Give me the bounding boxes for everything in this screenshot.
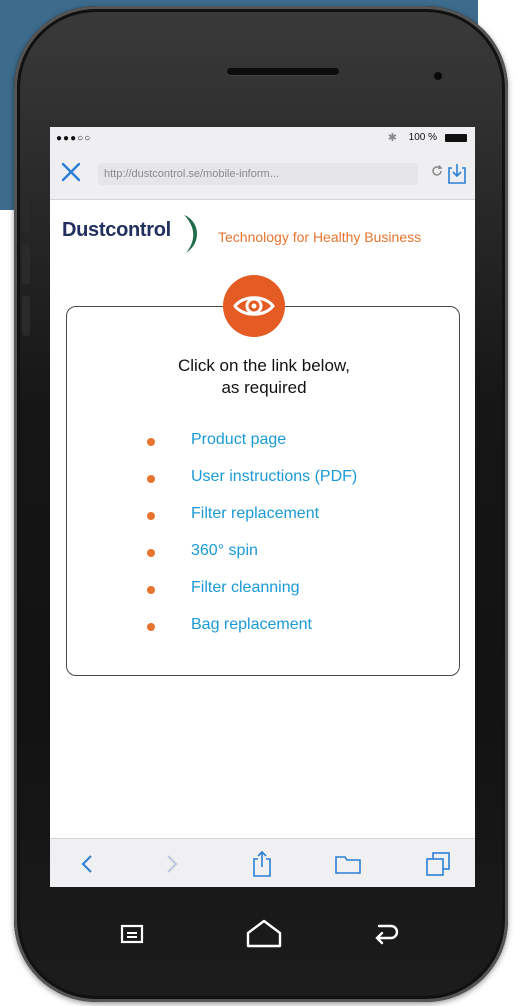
signal-strength: ●●●○○ [56,133,92,144]
site-tagline: Technology for Healthy Business [218,229,422,245]
volume-down-button [22,296,30,336]
card-title-line-2: as required [221,378,307,397]
list-item: Product page [67,431,461,468]
site-header: Dustcontrol Technology for Healthy Busin… [50,211,475,261]
battery-percentage: 100 % [408,132,437,143]
list-item: Filter cleanning [67,579,461,616]
tabs-icon[interactable] [423,849,453,879]
bullet-icon [147,512,155,520]
list-item: User instructions (PDF) [67,468,461,505]
url-field[interactable]: http://dustcontrol.se/mobile-inform... [98,163,418,185]
link-product-page[interactable]: Product page [191,431,286,449]
browser-toolbar [50,838,475,887]
link-360-spin[interactable]: 360° spin [191,542,258,560]
bullet-icon [147,549,155,557]
back-arrow-icon[interactable] [366,914,406,954]
download-icon[interactable] [446,163,468,185]
logo-swoosh-icon [184,215,198,253]
link-user-instructions[interactable]: User instructions (PDF) [191,468,357,486]
battery-icon [445,134,467,142]
list-item: Filter replacement [67,505,461,542]
list-item: 360° spin [67,542,461,579]
browser-address-bar: http://dustcontrol.se/mobile-inform... [50,149,475,200]
link-list: Product page User instructions (PDF) Fil… [67,431,461,653]
bullet-icon [147,623,155,631]
eye-icon [223,275,285,337]
home-icon[interactable] [244,914,284,954]
bookmarks-icon[interactable] [333,849,363,879]
volume-up-button [22,244,30,284]
bluetooth-icon: ✱ [387,132,397,144]
list-item: Bag replacement [67,616,461,653]
mute-switch [22,198,30,232]
front-camera [434,72,442,80]
bullet-icon [147,475,155,483]
menu-icon[interactable] [112,914,152,954]
link-filter-cleaning[interactable]: Filter cleanning [191,579,300,597]
card-title: Click on the link below, as required [67,355,461,399]
earpiece-speaker [227,68,339,75]
close-icon[interactable] [58,161,84,187]
site-logo[interactable]: Dustcontrol [62,219,171,242]
back-icon[interactable] [72,849,102,879]
forward-icon[interactable] [157,849,187,879]
reload-icon[interactable] [428,163,446,185]
share-icon[interactable] [247,849,277,879]
bullet-icon [147,586,155,594]
status-bar: ●●●○○ ✱ 100 % [50,127,475,149]
link-bag-replacement[interactable]: Bag replacement [191,616,312,634]
links-card: Click on the link below, as required Pro… [66,306,460,676]
phone-screen: ●●●○○ ✱ 100 % http://dustcontrol.se/mobi… [50,127,475,887]
card-title-line-1: Click on the link below, [178,356,350,375]
link-filter-replacement[interactable]: Filter replacement [191,505,319,523]
bullet-icon [147,438,155,446]
